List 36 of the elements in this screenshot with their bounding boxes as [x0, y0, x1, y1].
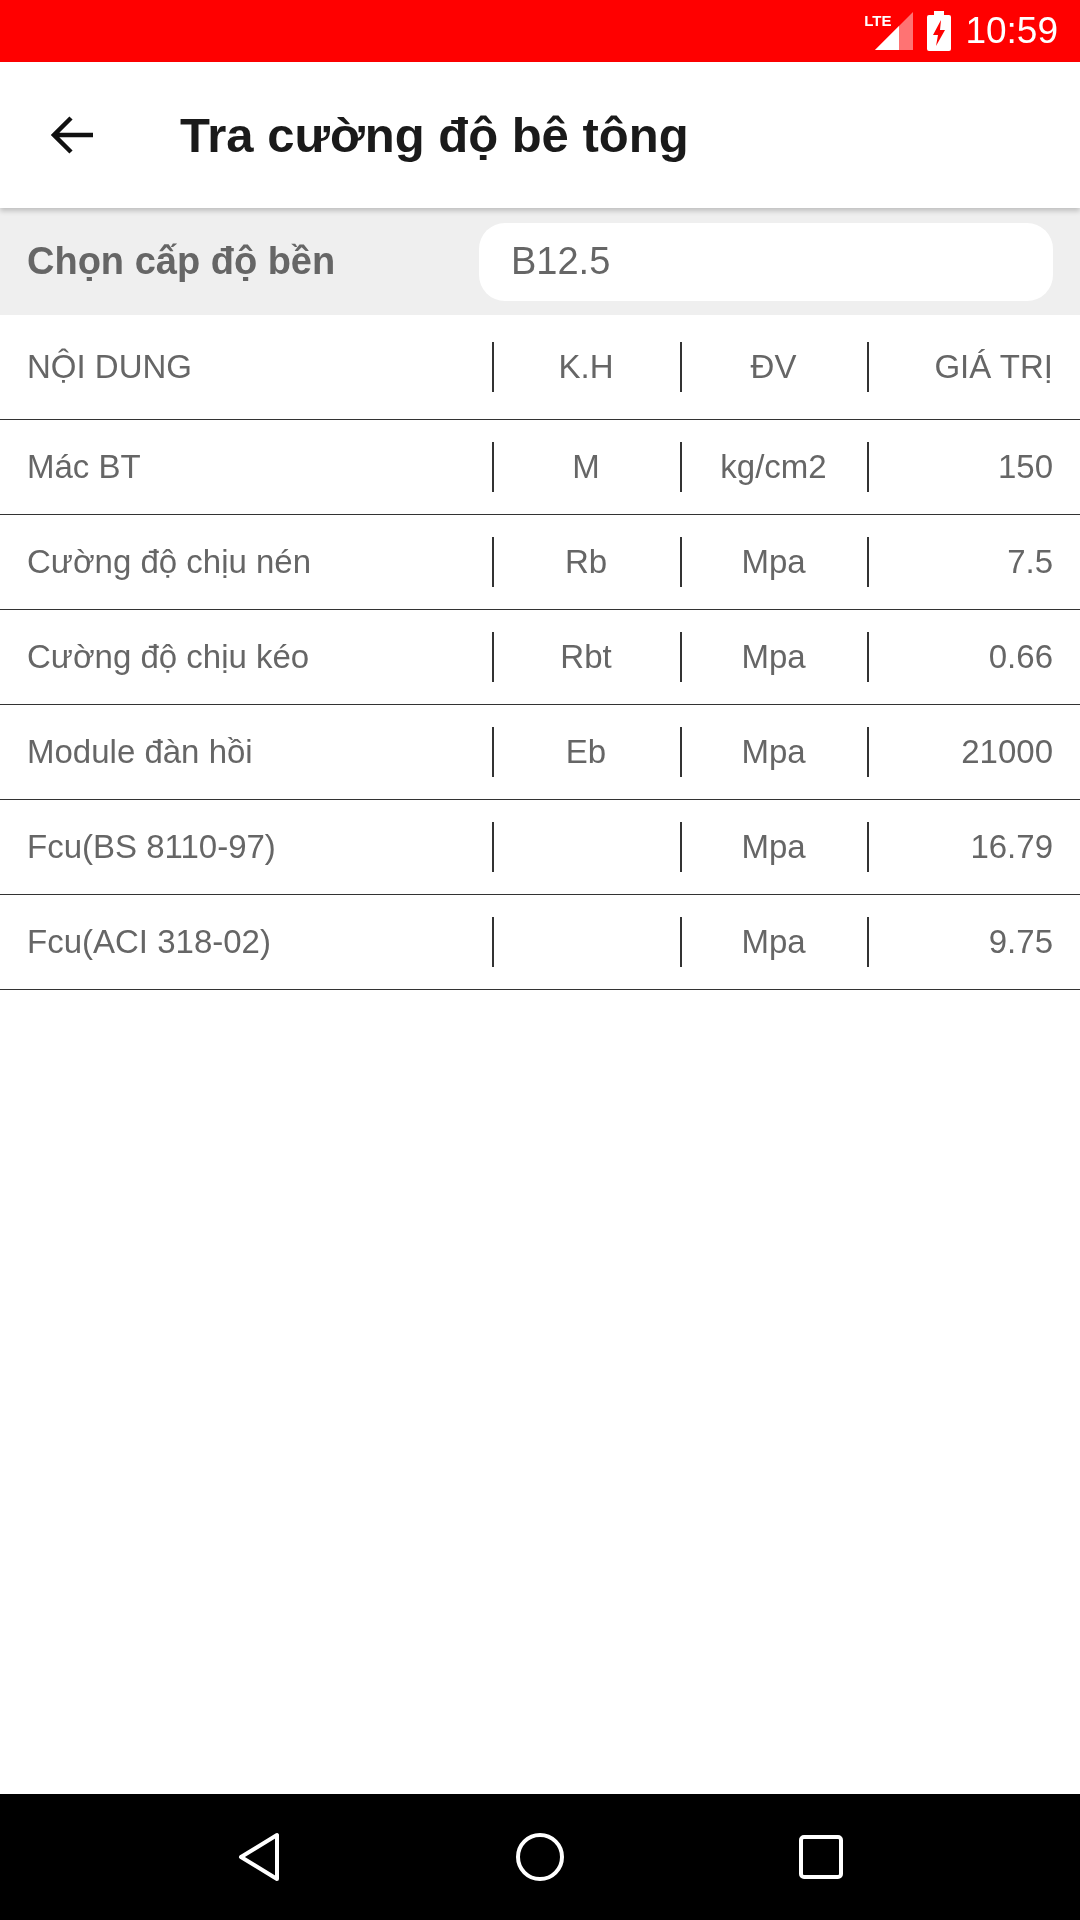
table-cell: Mpa [741, 638, 806, 676]
clock-time: 10:59 [965, 10, 1058, 52]
table-cell: 21000 [961, 733, 1053, 771]
table-cell: 16.79 [970, 828, 1053, 866]
network-label: LTE [864, 12, 892, 29]
table-cell: Cường độ chịu kéo [27, 638, 310, 676]
table-cell: Eb [565, 733, 607, 771]
table-cell: Fcu(BS 8110-97) [27, 828, 276, 866]
grade-dropdown[interactable]: B12.5 [479, 222, 1053, 301]
battery-icon [927, 11, 952, 51]
table-cell: M [572, 448, 600, 486]
selector-label: Chọn cấp độ bền [27, 240, 337, 283]
table-cell: 150 [997, 448, 1053, 486]
table-cell: Fcu(ACI 318-02) [27, 923, 271, 961]
table-cell: Module đàn hồi [27, 733, 253, 771]
table-cell: Rbt [560, 638, 612, 676]
back-nav-icon[interactable] [237, 1832, 281, 1882]
table-cell: Rb [564, 543, 608, 581]
table-cell: Mpa [741, 543, 806, 581]
screen-title: Tra cường độ bê tông [180, 107, 689, 163]
column-header: ĐV [750, 348, 797, 386]
home-nav-icon[interactable] [515, 1832, 565, 1882]
column-header: K.H [558, 348, 614, 386]
table-cell: 7.5 [1007, 543, 1053, 581]
column-header: GIÁ TRỊ [934, 348, 1053, 386]
table-cell: Mác BT [27, 448, 141, 486]
column-header: NỘI DUNG [27, 348, 192, 386]
recents-nav-icon[interactable] [799, 1835, 843, 1879]
table-cell: Mpa [741, 923, 806, 961]
table-cell: Mpa [741, 733, 806, 771]
table-cell: Mpa [741, 828, 806, 866]
back-arrow-icon [51, 115, 95, 155]
table-cell: Cường độ chịu nén [27, 543, 312, 581]
table-cell: 9.75 [988, 923, 1053, 961]
table-cell: kg/cm2 [720, 448, 827, 486]
table-cell: 0.66 [988, 638, 1053, 676]
